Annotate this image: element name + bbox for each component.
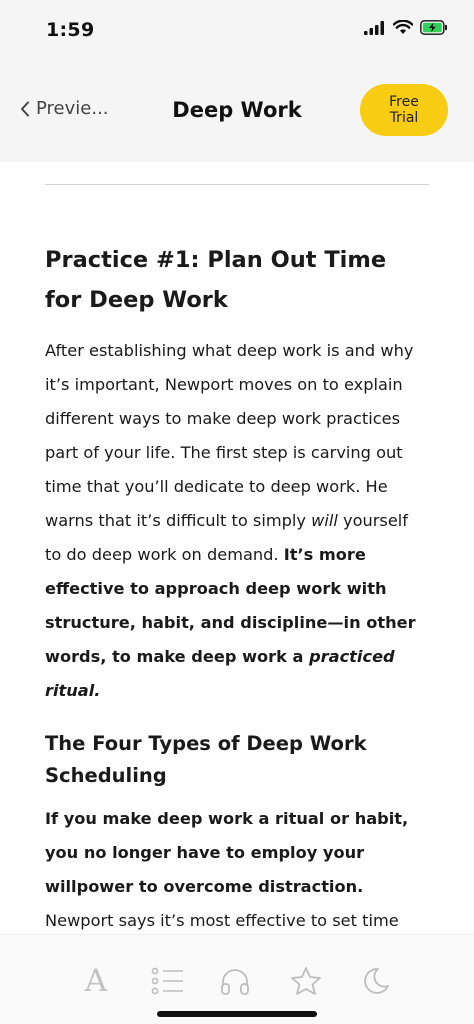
headphones-icon[interactable] xyxy=(215,961,255,1001)
star-icon[interactable] xyxy=(286,961,326,1001)
list-icon-svg xyxy=(151,967,183,995)
trial-label-line1: Free xyxy=(389,94,419,110)
article-paragraph: After establishing what deep work is and… xyxy=(45,334,429,708)
star-icon-svg xyxy=(291,967,321,995)
list-icon[interactable] xyxy=(148,961,188,1001)
section-subheading: The Four Types of Deep Work Scheduling xyxy=(45,732,367,787)
font-icon[interactable]: A xyxy=(76,961,116,1001)
moon-icon-svg xyxy=(364,968,389,994)
home-indicator[interactable] xyxy=(157,1011,317,1017)
reader-screen: 1:59 Previe... Deep Work Free Trial Prac… xyxy=(0,0,474,1024)
article-scroll-area[interactable]: Practice #1: Plan Out Time for Deep Work… xyxy=(0,162,474,934)
signal-icon xyxy=(364,20,384,35)
article-body: Practice #1: Plan Out Time for Deep Work… xyxy=(45,240,429,934)
free-trial-button[interactable]: Free Trial xyxy=(360,84,448,136)
paragraph-text: After establishing what deep work is and… xyxy=(45,341,414,530)
status-time: 1:59 xyxy=(46,19,95,41)
status-icons xyxy=(364,20,448,35)
bold-text: If you make deep work a ritual or habit,… xyxy=(45,809,409,896)
bottom-toolbar: A xyxy=(0,934,474,1024)
font-glyph: A xyxy=(84,963,108,999)
moon-icon[interactable] xyxy=(356,961,396,1001)
article-paragraph: If you make deep work a ritual or habit,… xyxy=(45,802,429,934)
emphasis-text: will xyxy=(311,511,338,530)
wifi-icon xyxy=(393,20,413,34)
battery-charging-icon xyxy=(420,20,447,35)
article-heading: Practice #1: Plan Out Time for Deep Work xyxy=(45,247,387,313)
trial-label-line2: Trial xyxy=(389,110,419,126)
divider xyxy=(45,184,429,185)
nav-bar: Previe... Deep Work Free Trial xyxy=(0,62,474,162)
status-bar: 1:59 xyxy=(0,0,474,62)
paragraph-text: Newport says it’s most effective to set … xyxy=(45,911,399,930)
headphones-icon-svg xyxy=(221,969,249,995)
